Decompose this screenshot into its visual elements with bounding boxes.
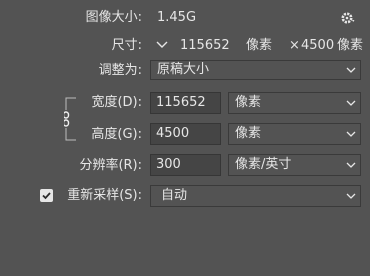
resample-checkbox[interactable] <box>40 189 53 202</box>
chevron-down-icon <box>346 100 356 106</box>
chevron-down-icon <box>346 193 356 199</box>
checkmark-icon <box>42 192 51 200</box>
image-size-label: 图像大小: <box>85 10 142 25</box>
width-label: 宽度(D): <box>91 95 142 110</box>
resample-select[interactable]: 自动 <box>150 185 361 207</box>
height-label: 高度(G): <box>91 127 142 142</box>
image-size-dialog: 图像大小: 1.45G 尺寸: 115652 像素 × 4500 像素 调整为:… <box>0 0 370 276</box>
dimensions-times: × <box>289 38 300 53</box>
fit-to-label: 调整为: <box>98 63 142 78</box>
resample-value: 自动 <box>161 188 188 203</box>
chevron-down-icon <box>346 162 356 168</box>
height-input[interactable]: 4500 <box>150 123 221 145</box>
resolution-unit-value: 像素/英寸 <box>235 157 292 172</box>
width-unit-value: 像素 <box>235 95 262 110</box>
width-input[interactable]: 115652 <box>150 92 221 114</box>
width-unit-select[interactable]: 像素 <box>228 92 361 114</box>
chevron-down-icon[interactable] <box>154 37 170 53</box>
resolution-unit-select[interactable]: 像素/英寸 <box>228 154 361 176</box>
fit-to-value: 原稿大小 <box>157 62 210 77</box>
chevron-down-icon <box>346 131 356 137</box>
image-size-value: 1.45G <box>157 10 197 25</box>
dimensions-label: 尺寸: <box>111 38 142 53</box>
dimensions-width-unit: 像素 <box>246 38 273 53</box>
dimensions-width: 115652 <box>180 38 230 53</box>
resolution-input[interactable]: 300 <box>150 154 221 176</box>
height-unit-select[interactable]: 像素 <box>228 123 361 145</box>
chevron-down-icon <box>346 67 356 73</box>
dimensions-height-unit: 像素 <box>337 38 364 53</box>
resolution-label: 分辨率(R): <box>79 158 142 173</box>
constrain-link-icon[interactable] <box>62 97 78 141</box>
height-unit-value: 像素 <box>235 126 262 141</box>
gear-icon[interactable] <box>340 10 356 26</box>
fit-to-select[interactable]: 原稿大小 <box>150 60 361 80</box>
resample-label: 重新采样(S): <box>67 188 142 203</box>
dimensions-height: 4500 <box>301 38 335 53</box>
